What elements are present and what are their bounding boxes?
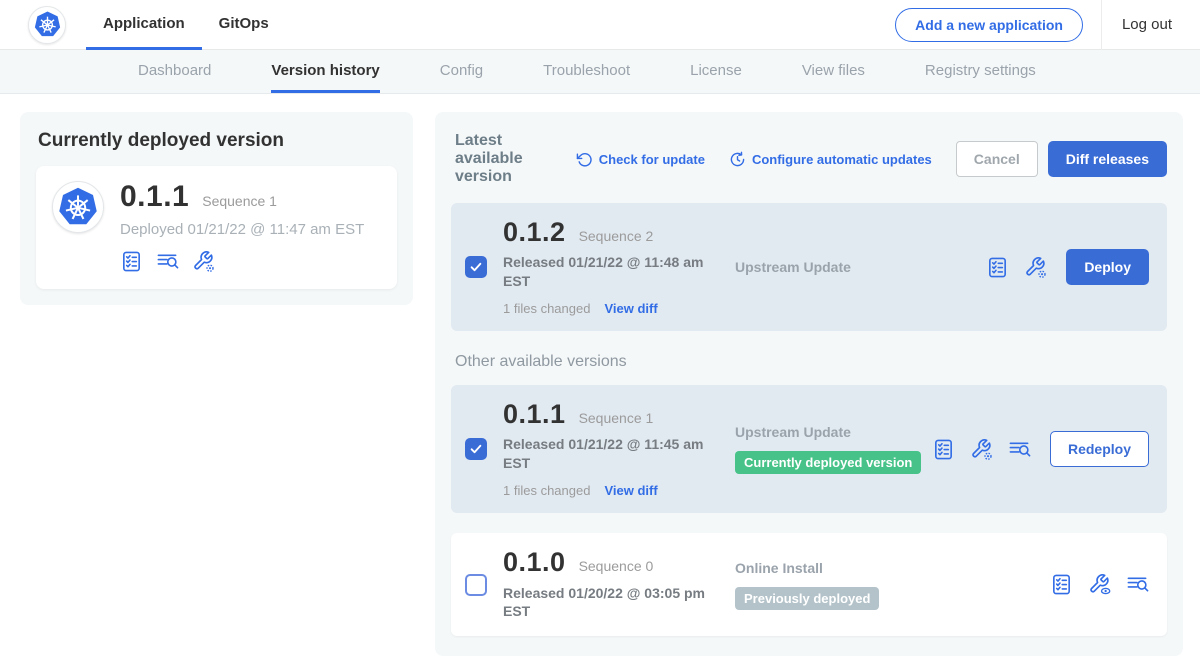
version-source: Upstream Update Currently deployed versi… <box>711 424 932 474</box>
header-right: Add a new application Log out <box>895 0 1172 50</box>
version-actions: Deploy <box>986 249 1153 285</box>
kubernetes-icon <box>58 187 98 227</box>
app-logo[interactable] <box>28 6 66 44</box>
auto-update-icon <box>729 151 746 168</box>
configure-automatic-updates-label: Configure automatic updates <box>752 152 932 167</box>
deployed-version-number: 0.1.1 <box>120 181 189 213</box>
sequence-label: Sequence 1 <box>579 410 654 426</box>
version-info: 0.1.0 Sequence 0 Released 01/20/22 @ 03:… <box>503 548 711 621</box>
latest-version-title: Latest available version <box>455 132 566 186</box>
sequence-label: Sequence 2 <box>579 228 654 244</box>
version-number: 0.1.1 <box>503 400 566 428</box>
redeploy-button[interactable]: Redeploy <box>1050 431 1149 467</box>
tab-application[interactable]: Application <box>86 0 202 50</box>
files-changed-label: 1 files changed <box>503 483 590 498</box>
version-history-panel: Latest available version Check for updat… <box>435 112 1183 656</box>
source-label: Upstream Update <box>735 424 932 440</box>
version-row-0-1-1: 0.1.1 Sequence 1 Released 01/21/22 @ 11:… <box>451 385 1167 513</box>
version-row-0-1-2: 0.1.2 Sequence 2 Released 01/21/22 @ 11:… <box>451 203 1167 331</box>
cancel-button[interactable]: Cancel <box>956 141 1038 177</box>
tab-gitops[interactable]: GitOps <box>202 0 286 50</box>
checkmark-icon <box>469 442 483 456</box>
view-logs-icon[interactable] <box>1008 438 1031 461</box>
released-timestamp: Released 01/21/22 @ 11:45 am EST <box>503 435 708 473</box>
version-number: 0.1.0 <box>503 548 566 576</box>
source-label: Online Install <box>735 560 1050 576</box>
header-buttons: Cancel Diff releases <box>956 141 1167 177</box>
version-source: Upstream Update <box>711 259 986 275</box>
deployed-actions <box>120 250 364 273</box>
preflight-checks-icon[interactable] <box>932 438 955 461</box>
other-versions-title: Other available versions <box>455 353 1165 371</box>
refresh-icon <box>576 151 593 168</box>
preflight-checks-icon[interactable] <box>120 250 143 273</box>
previously-deployed-badge: Previously deployed <box>735 587 879 610</box>
subnav-item-dashboard[interactable]: Dashboard <box>138 50 211 93</box>
diff-releases-button[interactable]: Diff releases <box>1048 141 1167 177</box>
add-new-application-button[interactable]: Add a new application <box>895 8 1083 42</box>
card-gap <box>451 513 1167 533</box>
subnav-item-license[interactable]: License <box>690 50 742 93</box>
main-content: Currently deployed version 0.1.1 Sequenc… <box>0 94 1200 656</box>
view-logs-icon[interactable] <box>1126 573 1149 596</box>
view-logs-icon[interactable] <box>156 250 179 273</box>
header-divider <box>1101 0 1102 50</box>
deployed-version-info: 0.1.1 Sequence 1 Deployed 01/21/22 @ 11:… <box>120 181 364 273</box>
version-source: Online Install Previously deployed <box>711 560 1050 610</box>
latest-version-header: Latest available version Check for updat… <box>455 132 1167 186</box>
currently-deployed-panel: Currently deployed version 0.1.1 Sequenc… <box>20 112 413 305</box>
preflight-checks-icon[interactable] <box>986 256 1009 279</box>
version-actions <box>1050 573 1153 596</box>
preflight-checks-icon[interactable] <box>1050 573 1073 596</box>
view-diff-link[interactable]: View diff <box>604 301 657 316</box>
released-timestamp: Released 01/20/22 @ 03:05 pm EST <box>503 584 708 622</box>
deployed-timestamp: Deployed 01/21/22 @ 11:47 am EST <box>120 221 364 238</box>
check-for-update-link[interactable]: Check for update <box>576 151 705 168</box>
version-row-0-1-0: 0.1.0 Sequence 0 Released 01/20/22 @ 03:… <box>451 533 1167 636</box>
deploy-button[interactable]: Deploy <box>1066 249 1149 285</box>
version-checkbox-0-1-2[interactable] <box>465 256 487 278</box>
version-info: 0.1.2 Sequence 2 Released 01/21/22 @ 11:… <box>503 218 711 316</box>
config-view-icon[interactable] <box>1088 573 1111 596</box>
subnav-item-registry-settings[interactable]: Registry settings <box>925 50 1036 93</box>
subnav-item-troubleshoot[interactable]: Troubleshoot <box>543 50 630 93</box>
app-icon <box>52 181 104 233</box>
version-actions: Redeploy <box>932 431 1153 467</box>
deployed-sequence-label: Sequence 1 <box>202 193 277 209</box>
header-tabs: Application GitOps <box>86 0 286 50</box>
subnav-item-version-history[interactable]: Version history <box>271 50 379 93</box>
edit-config-icon[interactable] <box>192 250 215 273</box>
view-diff-link[interactable]: View diff <box>604 483 657 498</box>
edit-config-icon[interactable] <box>1024 256 1047 279</box>
app-subnav: Dashboard Version history Config Trouble… <box>0 50 1200 94</box>
version-info: 0.1.1 Sequence 1 Released 01/21/22 @ 11:… <box>503 400 711 498</box>
version-checkbox-0-1-1[interactable] <box>465 438 487 460</box>
released-timestamp: Released 01/21/22 @ 11:48 am EST <box>503 253 708 291</box>
check-for-update-label: Check for update <box>599 152 705 167</box>
version-checkbox-0-1-0[interactable] <box>465 574 487 596</box>
files-changed-label: 1 files changed <box>503 301 590 316</box>
kubernetes-icon <box>34 11 61 38</box>
currently-deployed-badge: Currently deployed version <box>735 451 921 474</box>
configure-automatic-updates-link[interactable]: Configure automatic updates <box>729 151 932 168</box>
deployed-version-card: 0.1.1 Sequence 1 Deployed 01/21/22 @ 11:… <box>36 166 397 289</box>
source-label: Upstream Update <box>735 259 986 275</box>
sequence-label: Sequence 0 <box>579 558 654 574</box>
subnav-item-config[interactable]: Config <box>440 50 483 93</box>
app-header: Application GitOps Add a new application… <box>0 0 1200 50</box>
edit-config-icon[interactable] <box>970 438 993 461</box>
version-number: 0.1.2 <box>503 218 566 246</box>
checkmark-icon <box>469 260 483 274</box>
logout-button[interactable]: Log out <box>1122 16 1172 33</box>
subnav-item-view-files[interactable]: View files <box>802 50 865 93</box>
deployed-panel-title: Currently deployed version <box>38 130 397 152</box>
